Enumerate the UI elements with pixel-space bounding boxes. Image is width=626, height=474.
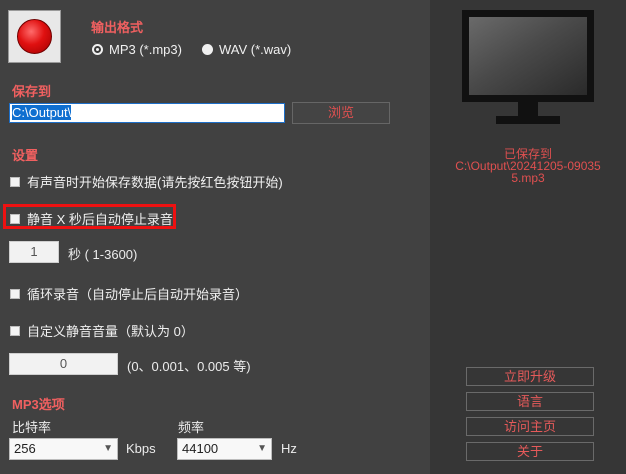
saved-path-line2: 5.mp3 <box>511 171 545 185</box>
about-button[interactable]: 关于 <box>466 442 594 461</box>
save-path-input[interactable]: C:\Output\ <box>9 103 285 123</box>
custom-silence-checkbox[interactable] <box>10 325 20 336</box>
frequency-unit: Hz <box>281 441 297 456</box>
auto-stop-checkbox[interactable] <box>10 213 20 224</box>
frequency-select[interactable]: 44100 ▼ <box>177 438 272 460</box>
chevron-down-icon[interactable]: ▼ <box>257 439 267 459</box>
auto-stop-label: 静音 X 秒后自动停止录音 <box>27 212 173 227</box>
save-path-value: C:\Output\ <box>12 105 72 120</box>
radio-wav-label: WAV (*.wav) <box>219 42 292 57</box>
loop-option[interactable]: 循环录音（自动停止后自动开始录音） <box>10 284 248 303</box>
monitor-icon <box>462 10 594 124</box>
chevron-down-icon[interactable]: ▼ <box>103 439 113 459</box>
record-icon <box>17 19 52 54</box>
bitrate-select[interactable]: 256 ▼ <box>9 438 118 460</box>
output-format-title: 输出格式 <box>91 20 144 35</box>
radio-mp3-icon[interactable] <box>92 44 103 55</box>
radio-wav[interactable]: WAV (*.wav) <box>202 42 291 57</box>
start-on-sound-option[interactable]: 有声音时开始保存数据(请先按红色按钮开始) <box>10 172 283 191</box>
radio-mp3[interactable]: MP3 (*.mp3) <box>92 42 182 57</box>
custom-silence-label: 自定义静音音量（默认为 0） <box>27 324 194 339</box>
loop-label: 循环录音（自动停止后自动开始录音） <box>27 287 249 302</box>
upgrade-button[interactable]: 立即升级 <box>466 367 594 386</box>
bitrate-unit: Kbps <box>126 441 156 456</box>
auto-stop-option[interactable]: 静音 X 秒后自动停止录音 <box>10 209 173 228</box>
radio-wav-icon[interactable] <box>202 44 213 55</box>
start-on-sound-checkbox[interactable] <box>10 176 20 187</box>
frequency-label: 频率 <box>178 420 205 435</box>
save-to-title: 保存到 <box>12 84 52 99</box>
seconds-input[interactable]: 1 <box>9 241 59 263</box>
bitrate-label: 比特率 <box>12 420 52 435</box>
homepage-button[interactable]: 访问主页 <box>466 417 594 436</box>
start-on-sound-label: 有声音时开始保存数据(请先按红色按钮开始) <box>27 175 283 190</box>
radio-mp3-label: MP3 (*.mp3) <box>109 42 182 57</box>
bitrate-value: 256 <box>14 441 36 456</box>
mp3-options-title: MP3选项 <box>12 397 65 412</box>
silence-level-input[interactable]: 0 <box>9 353 118 375</box>
language-button[interactable]: 语言 <box>466 392 594 411</box>
seconds-range-label: 秒 ( 1-3600) <box>68 247 138 262</box>
silence-level-hint: (0、0.001、0.005 等) <box>127 359 251 374</box>
settings-title: 设置 <box>12 148 39 163</box>
browse-button[interactable]: 浏览 <box>292 102 390 124</box>
loop-checkbox[interactable] <box>10 288 20 299</box>
custom-silence-option[interactable]: 自定义静音音量（默认为 0） <box>10 321 194 340</box>
record-button[interactable] <box>8 10 61 63</box>
frequency-value: 44100 <box>182 441 219 456</box>
